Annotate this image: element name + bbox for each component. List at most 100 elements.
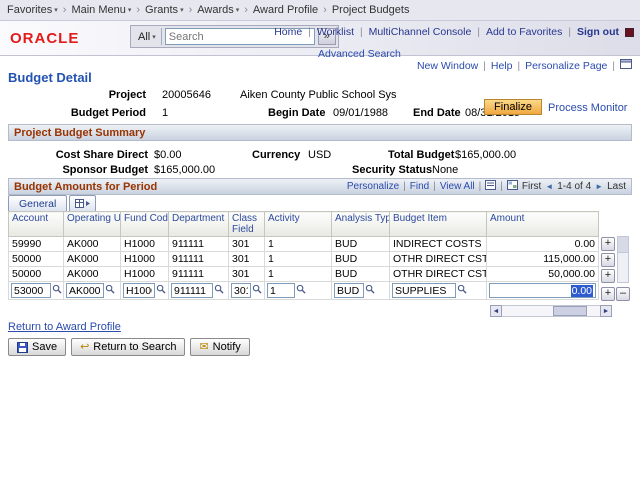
view-all-link[interactable]: View All — [440, 181, 475, 192]
activity-lookup-icon[interactable] — [296, 285, 306, 297]
advanced-search-link[interactable]: Advanced Search — [318, 48, 401, 60]
column-header-department[interactable]: Department — [169, 212, 229, 237]
multichannel-console-link[interactable]: MultiChannel Console — [369, 26, 472, 38]
save-button[interactable]: Save — [8, 338, 66, 356]
v-scrollbar[interactable] — [617, 236, 629, 283]
department-lookup-icon[interactable] — [214, 285, 224, 297]
amount-selected-text: 0.00 — [571, 285, 593, 297]
grid-title: Budget Amounts for Period — [14, 181, 157, 193]
save-icon — [17, 342, 28, 353]
link-divider — [479, 181, 482, 192]
v-scrollbar-thumb[interactable] — [618, 237, 628, 253]
column-header-budget-item[interactable]: Budget Item — [390, 212, 487, 237]
grid-edit-row: 0.00 — [9, 282, 599, 300]
cell-class-field: 301 — [229, 237, 265, 252]
link-divider — [477, 26, 480, 38]
breadcrumb-favorites[interactable]: Favorites▾ — [7, 4, 58, 16]
grid-row: 50000 AK000 H1000 911111 301 1 BUD OTHR … — [9, 267, 599, 282]
activity-input[interactable] — [267, 283, 295, 298]
add-row-button[interactable]: + — [601, 287, 615, 301]
show-all-columns-tab[interactable] — [69, 195, 96, 211]
account-lookup-icon[interactable] — [52, 285, 62, 297]
breadcrumb-awards[interactable]: Awards▾ — [197, 4, 239, 16]
analysis-type-lookup-icon[interactable] — [365, 285, 375, 297]
cell-activity: 1 — [265, 252, 332, 267]
add-row-button[interactable]: + — [601, 269, 615, 283]
column-header-activity[interactable]: Activity — [265, 212, 332, 237]
amount-input[interactable]: 0.00 — [489, 283, 596, 298]
return-to-search-button[interactable]: ↩ Return to Search — [71, 338, 185, 356]
new-window-link[interactable]: New Window — [417, 60, 478, 72]
scroll-right-button[interactable]: ► — [600, 305, 612, 317]
project-label: Project — [60, 89, 146, 101]
column-header-operating-unit[interactable]: Operating Unit — [64, 212, 121, 237]
column-header-class-field[interactable]: Class Field — [229, 212, 265, 237]
worklist-link[interactable]: Worklist — [317, 26, 354, 38]
breadcrumb-main-menu[interactable]: Main Menu▾ — [71, 4, 131, 16]
tab-general[interactable]: General — [8, 195, 67, 211]
link-divider — [403, 181, 406, 192]
cell-account: 50000 — [9, 267, 64, 282]
help-link[interactable]: Help — [491, 60, 513, 72]
cell-analysis-type: BUD — [332, 237, 390, 252]
process-monitor-link[interactable]: Process Monitor — [548, 102, 627, 114]
notify-button[interactable]: ✉ Notify — [190, 338, 249, 356]
delete-row-button[interactable]: – — [616, 287, 630, 301]
link-divider — [517, 60, 520, 72]
budget-item-input[interactable] — [392, 283, 456, 298]
operating-unit-lookup-icon[interactable] — [105, 285, 115, 297]
operating-unit-input[interactable] — [66, 283, 104, 298]
cell-budget-item: OTHR DIRECT CST — [390, 252, 487, 267]
search-scope-dropdown[interactable]: All▾ — [133, 28, 162, 45]
add-to-favorites-link[interactable]: Add to Favorites — [486, 26, 562, 38]
cell-class-field: 301 — [229, 252, 265, 267]
action-menu-icon[interactable] — [625, 28, 634, 37]
class-field-input[interactable] — [231, 283, 251, 298]
cell-budget-item: OTHR DIRECT CST — [390, 267, 487, 282]
breadcrumb-award-profile[interactable]: Award Profile — [253, 4, 318, 16]
finalize-button[interactable]: Finalize — [484, 99, 542, 115]
return-to-award-profile-link[interactable]: Return to Award Profile — [8, 321, 121, 333]
cell-analysis-type: BUD — [332, 267, 390, 282]
scroll-left-button[interactable]: ◄ — [490, 305, 502, 317]
chevron-down-icon: ▾ — [54, 7, 58, 14]
zoom-grid-icon[interactable] — [485, 180, 496, 193]
column-header-analysis-type[interactable]: Analysis Type — [332, 212, 390, 237]
download-grid-icon[interactable] — [507, 180, 518, 193]
last-label[interactable]: Last — [607, 181, 626, 192]
link-divider — [568, 26, 571, 38]
h-scrollbar-thumb[interactable] — [553, 306, 587, 316]
chevron-down-icon: ▾ — [128, 7, 132, 14]
add-row-button[interactable]: + — [601, 237, 615, 251]
first-label[interactable]: First — [522, 181, 541, 192]
breadcrumb-grants[interactable]: Grants▾ — [145, 4, 184, 16]
column-header-account[interactable]: Account — [9, 212, 64, 237]
column-header-amount[interactable]: Amount — [487, 212, 599, 237]
previous-page-icon[interactable]: ◄ — [545, 182, 553, 191]
sponsor-budget-label: Sponsor Budget — [30, 164, 148, 176]
h-scrollbar: ◄ ► — [490, 305, 612, 317]
next-page-icon[interactable]: ► — [595, 182, 603, 191]
project-value: 20005646 — [162, 89, 211, 101]
fund-code-lookup-icon[interactable] — [156, 285, 166, 297]
department-input[interactable] — [171, 283, 213, 298]
personalize-layout-icon[interactable] — [620, 59, 632, 72]
cell-fund-code: H1000 — [121, 252, 169, 267]
personalize-link[interactable]: Personalize — [347, 181, 399, 192]
total-budget-label: Total Budget — [388, 149, 454, 161]
personalize-page-link[interactable]: Personalize Page — [525, 60, 607, 72]
analysis-type-input[interactable] — [334, 283, 364, 298]
summary-title: Project Budget Summary — [14, 127, 145, 139]
find-link[interactable]: Find — [410, 181, 429, 192]
chevron-down-icon: ▾ — [152, 33, 156, 41]
budget-item-lookup-icon[interactable] — [457, 285, 467, 297]
class-field-lookup-icon[interactable] — [252, 285, 262, 297]
add-row-button[interactable]: + — [601, 253, 615, 267]
fund-code-input[interactable] — [123, 283, 155, 298]
account-input[interactable] — [11, 283, 51, 298]
cell-operating-unit: AK000 — [64, 237, 121, 252]
h-scrollbar-track[interactable] — [502, 305, 600, 317]
column-header-fund-code[interactable]: Fund Code — [121, 212, 169, 237]
sign-out-link[interactable]: Sign out — [577, 26, 619, 38]
home-link[interactable]: Home — [274, 26, 302, 38]
